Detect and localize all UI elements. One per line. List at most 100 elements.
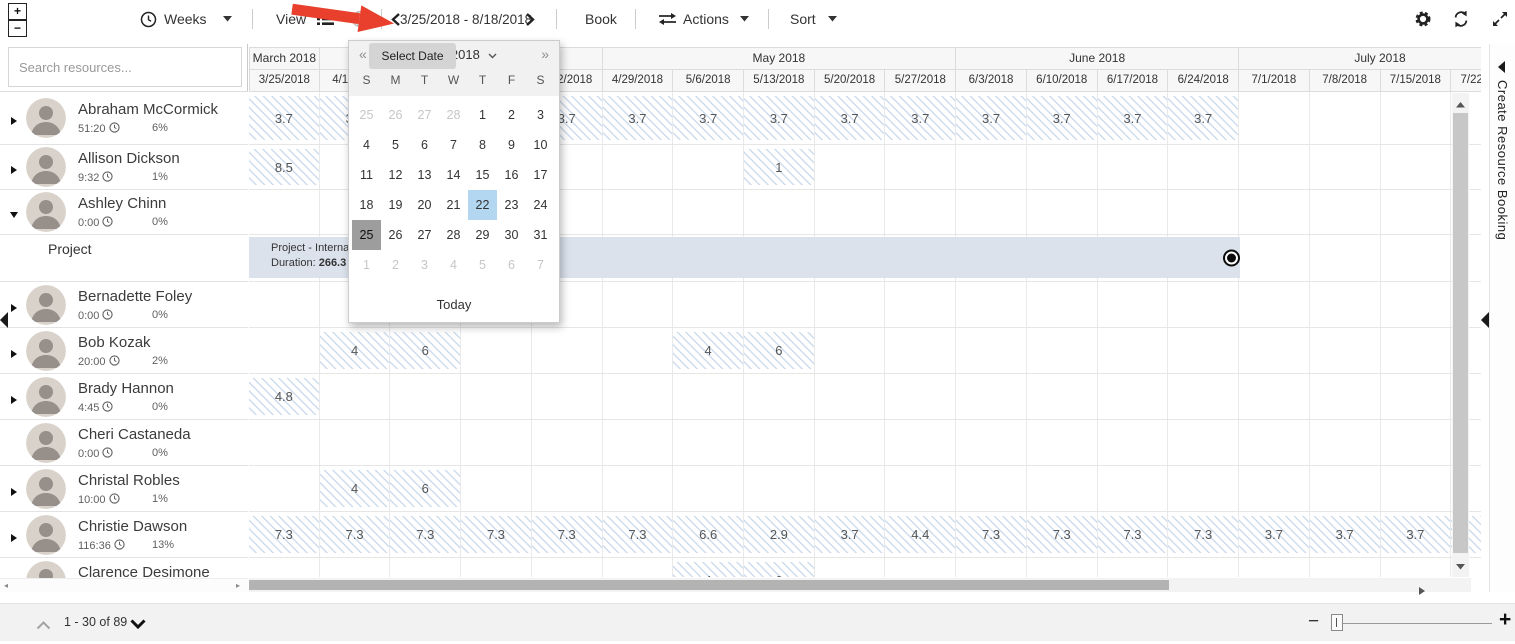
calendar-day[interactable]: 10	[526, 130, 555, 160]
scroll-right-icon[interactable]: ▸	[236, 582, 240, 590]
grid-cell[interactable]: 7.3	[1027, 512, 1098, 557]
grid-cell[interactable]: 7.3	[1168, 512, 1239, 557]
grid-cell[interactable]: 3.7	[815, 512, 886, 557]
sort-button[interactable]: Sort	[790, 0, 816, 38]
week-header-cell[interactable]: 5/6/2018	[673, 69, 744, 92]
grid-cell[interactable]: 3.7	[885, 92, 956, 144]
calendar-day[interactable]: 8	[468, 130, 497, 160]
grid-cell[interactable]	[885, 466, 956, 511]
grid-cell[interactable]	[1098, 190, 1169, 234]
today-button[interactable]: Today	[349, 297, 559, 312]
grid-cell[interactable]	[815, 145, 886, 189]
expand-expander-icon[interactable]	[9, 113, 19, 123]
calendar-day[interactable]: 21	[439, 190, 468, 220]
grid-cell[interactable]	[603, 145, 674, 189]
chevron-down-icon[interactable]	[828, 0, 837, 38]
grid-cell[interactable]: 4	[673, 328, 744, 373]
allocation-cell[interactable]: 4	[320, 470, 390, 507]
calendar-day[interactable]: 2	[497, 100, 526, 130]
grid-cell[interactable]	[885, 282, 956, 327]
grid-cell[interactable]	[1098, 145, 1169, 189]
grid-cell[interactable]	[956, 145, 1027, 189]
booking-end-marker[interactable]	[1223, 249, 1240, 266]
grid-cell[interactable]	[1381, 374, 1452, 419]
grid-cell[interactable]	[1381, 558, 1452, 577]
grid-cell[interactable]	[885, 145, 956, 189]
scroll-down-icon[interactable]	[1452, 557, 1469, 575]
grid-cell[interactable]	[461, 374, 532, 419]
grid-cell[interactable]	[885, 420, 956, 465]
grid-cell[interactable]	[1168, 420, 1239, 465]
calendar-day[interactable]: 11	[352, 160, 381, 190]
vertical-scrollbar-thumb[interactable]	[1453, 113, 1468, 553]
scroll-right-icon[interactable]	[1419, 582, 1425, 600]
zoom-in-button[interactable]: +	[1499, 608, 1511, 632]
week-header-cell[interactable]: 7/22/2018	[1451, 69, 1481, 92]
calendar-day[interactable]: 1	[468, 100, 497, 130]
grid-cell[interactable]	[815, 374, 886, 419]
grid-cell[interactable]	[1381, 466, 1452, 511]
horizontal-scrollbar-thumb[interactable]	[249, 580, 1169, 590]
grid-cell[interactable]	[390, 558, 461, 577]
allocation-cell[interactable]: 3.7	[815, 516, 885, 553]
grid-cell[interactable]	[1168, 328, 1239, 373]
calendar-day[interactable]: 31	[526, 220, 555, 250]
date-range-button[interactable]: 3/25/2018 - 8/18/2018	[400, 0, 532, 38]
grid-cell[interactable]	[885, 328, 956, 373]
grid-cell[interactable]	[1098, 328, 1169, 373]
grid-cell[interactable]	[744, 466, 815, 511]
allocation-cell[interactable]: 7.3	[603, 516, 673, 553]
page-down-icon[interactable]	[130, 616, 146, 634]
sidebar-horizontal-scrollbar[interactable]: ◂ ▸	[0, 578, 248, 592]
create-resource-booking-tab[interactable]: Create Resource Booking	[1489, 44, 1515, 592]
grid-cell[interactable]	[1239, 92, 1310, 144]
grid-cell[interactable]	[1098, 420, 1169, 465]
calendar-day[interactable]: 14	[439, 160, 468, 190]
allocation-cell[interactable]: 4	[673, 562, 743, 577]
grid-cell[interactable]	[673, 420, 744, 465]
chevron-down-icon[interactable]	[223, 0, 232, 38]
allocation-cell[interactable]: 7.3	[1027, 516, 1097, 553]
grid-cell[interactable]: 3.7	[744, 92, 815, 144]
allocation-cell[interactable]: 7.3	[390, 516, 460, 553]
refresh-icon[interactable]	[1452, 0, 1470, 38]
resource-row[interactable]: Abraham McCormick51:206%	[0, 92, 248, 145]
expand-expander-icon[interactable]	[9, 162, 19, 172]
allocation-cell[interactable]: 3.7	[1310, 516, 1380, 553]
expand-expander-icon[interactable]	[9, 484, 19, 494]
week-header-cell[interactable]: 5/13/2018	[744, 69, 815, 92]
zoom-slider-track[interactable]	[1332, 623, 1492, 624]
grid-cell[interactable]: 4.4	[885, 512, 956, 557]
page-up-icon[interactable]	[36, 617, 51, 635]
allocation-cell[interactable]: 4	[320, 332, 390, 369]
resource-row[interactable]: Project	[0, 235, 248, 282]
grid-cell[interactable]	[1239, 420, 1310, 465]
allocation-cell[interactable]: 3.7	[885, 96, 955, 140]
grid-cell[interactable]	[673, 466, 744, 511]
grid-cell[interactable]	[956, 190, 1027, 234]
resource-row[interactable]: Allison Dickson9:321%	[0, 145, 248, 190]
time-scale-button[interactable]: Weeks	[164, 0, 207, 38]
grid-cell[interactable]	[249, 328, 320, 373]
grid-cell[interactable]	[1310, 466, 1381, 511]
grid-cell[interactable]	[249, 466, 320, 511]
grid-cell[interactable]	[1027, 420, 1098, 465]
grid-cell[interactable]	[1027, 466, 1098, 511]
chevron-right-icon[interactable]	[524, 0, 536, 38]
grid-cell[interactable]	[956, 282, 1027, 327]
grid-cell[interactable]	[532, 374, 603, 419]
collapse-panel-arrow[interactable]	[0, 312, 8, 328]
calendar-day[interactable]: 6	[497, 250, 526, 280]
week-header-cell[interactable]: 5/20/2018	[815, 69, 886, 92]
calendar-day[interactable]: 4	[352, 130, 381, 160]
grid-cell[interactable]	[461, 420, 532, 465]
grid-cell[interactable]	[1310, 92, 1381, 144]
collapse-expander-icon[interactable]	[9, 207, 19, 217]
grid-cell[interactable]	[1168, 282, 1239, 327]
calendar-day[interactable]: 6	[410, 130, 439, 160]
grid-cell[interactable]: 1	[744, 145, 815, 189]
calendar-day[interactable]: 9	[497, 130, 526, 160]
grid-cell[interactable]	[885, 374, 956, 419]
grid-cell[interactable]	[744, 282, 815, 327]
grid-cell[interactable]: 7.3	[320, 512, 391, 557]
